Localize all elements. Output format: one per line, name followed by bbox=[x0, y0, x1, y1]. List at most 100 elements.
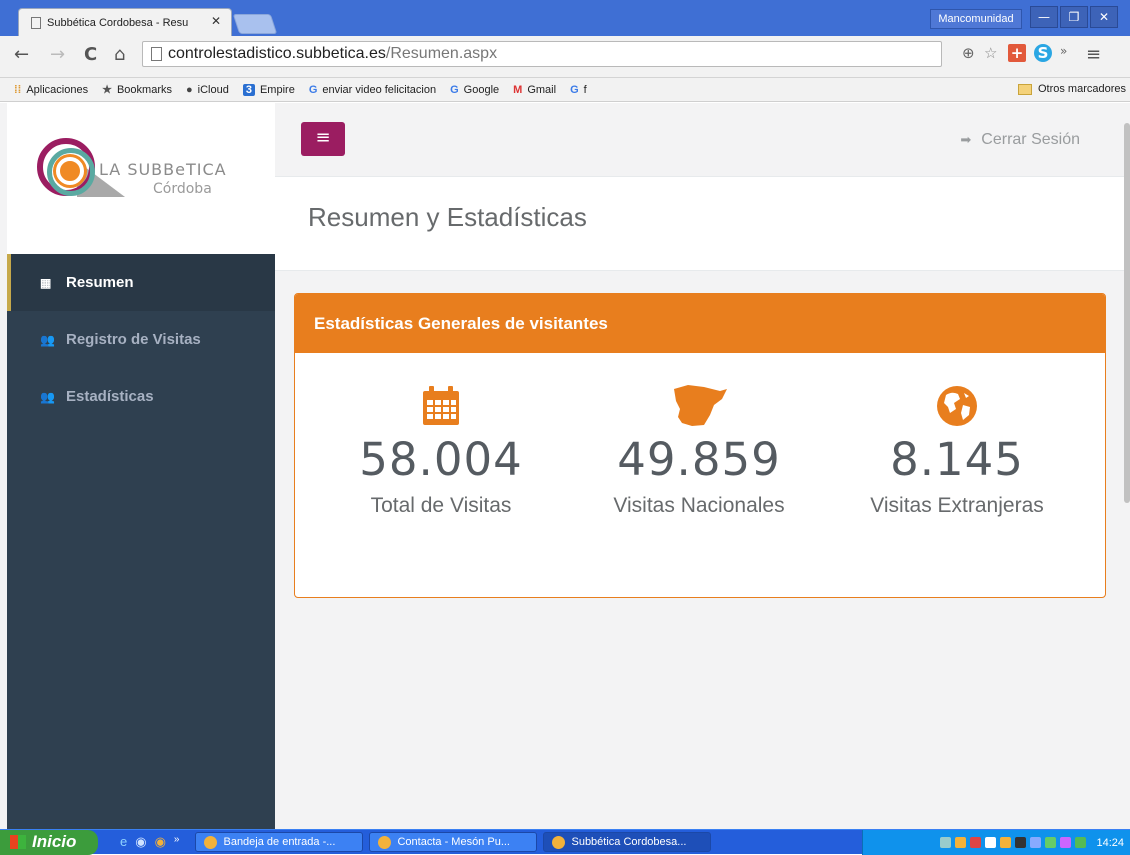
page: LA SUBBeTICA Córdoba ▦ Resumen 👥 Registr… bbox=[0, 103, 1130, 829]
page-icon bbox=[31, 16, 41, 29]
sign-out-icon: ➡ bbox=[960, 132, 972, 147]
page-icon bbox=[151, 47, 162, 61]
ie-icon[interactable]: e bbox=[120, 834, 127, 850]
page-title: Resumen y Estadísticas bbox=[308, 202, 587, 232]
extension-plus-icon[interactable]: + bbox=[1008, 44, 1026, 62]
zoom-icon[interactable]: ⊕ bbox=[962, 44, 975, 62]
tray-icon[interactable] bbox=[940, 837, 952, 848]
reload-icon[interactable]: C bbox=[84, 44, 97, 65]
bookmark-f[interactable]: Gf bbox=[570, 84, 587, 96]
taskbar-item[interactable]: Subbética Cordobesa... bbox=[543, 832, 712, 852]
tray-icon[interactable] bbox=[970, 837, 982, 848]
bookmark-video[interactable]: Genviar video felicitacion bbox=[309, 84, 436, 96]
stats-panel: Estadísticas Generales de visitantes 58.… bbox=[294, 293, 1106, 598]
close-tab-icon[interactable]: ✕ bbox=[211, 14, 221, 28]
brand-name: LA SUBBeTICA bbox=[99, 160, 227, 179]
network-icon[interactable] bbox=[1045, 837, 1057, 848]
taskbar-item-label: Contacta - Mesón Pu... bbox=[397, 836, 510, 848]
taskbar-item-label: Subbética Cordobesa... bbox=[571, 836, 687, 848]
home-icon[interactable]: ⌂ bbox=[114, 44, 125, 65]
users-icon: 👥 bbox=[40, 389, 55, 404]
browser-toolbar: ← → C ⌂ controlestadistico.subbetica.es /… bbox=[0, 36, 1130, 78]
other-bookmarks[interactable]: Otros marcadores bbox=[1017, 83, 1126, 95]
tray-icon[interactable] bbox=[1000, 837, 1012, 848]
sidebar-item-label: Registro de Visitas bbox=[66, 331, 201, 348]
stat-label: Visitas Nacionales bbox=[613, 494, 785, 517]
apps-icon: ⁞⁞ bbox=[14, 83, 22, 96]
page-heading: Resumen y Estadísticas bbox=[275, 177, 1130, 271]
chrome-icon bbox=[378, 835, 392, 849]
logout-label: Cerrar Sesión bbox=[981, 131, 1080, 148]
windows-taskbar: Inicio e ◉ ◉ » Bandeja de entrada -... C… bbox=[0, 829, 1130, 855]
minimize-button[interactable]: — bbox=[1030, 6, 1058, 28]
bookmark-empire[interactable]: 3 Empire bbox=[242, 83, 295, 96]
apple-icon: ● bbox=[186, 83, 193, 96]
restore-button[interactable]: ❐ bbox=[1060, 6, 1088, 28]
more-extensions-icon[interactable]: » bbox=[1060, 44, 1067, 58]
stat-extranjeras: 8.145 Visitas Extranjeras bbox=[817, 353, 1097, 518]
more-quicklaunch-icon[interactable]: » bbox=[174, 834, 180, 850]
mail-app-icon bbox=[204, 835, 218, 849]
brand-subtitle: Córdoba bbox=[153, 181, 212, 197]
taskbar-item-label: Bandeja de entrada -... bbox=[223, 836, 336, 848]
tray-icon[interactable] bbox=[1060, 837, 1072, 848]
brand-logo[interactable]: LA SUBBeTICA Córdoba bbox=[7, 103, 275, 254]
sidebar-item-registro-de-visitas[interactable]: 👥 Registro de Visitas bbox=[7, 311, 275, 368]
users-icon: 👥 bbox=[40, 332, 55, 347]
bookmark-gmail[interactable]: M Gmail bbox=[513, 84, 556, 96]
gmail-icon: M bbox=[513, 83, 523, 96]
stat-value: 58.004 bbox=[359, 433, 523, 486]
clock[interactable]: 14:24 bbox=[1096, 837, 1124, 849]
chrome-icon[interactable]: ◉ bbox=[155, 834, 166, 850]
google-icon: G bbox=[450, 83, 459, 96]
url-path: /Resumen.aspx bbox=[385, 45, 498, 62]
window-user-label: Mancomunidad bbox=[930, 9, 1022, 29]
sidebar-item-label: Resumen bbox=[66, 274, 134, 291]
tray-icon[interactable] bbox=[1075, 837, 1087, 848]
bookmark-aplicaciones[interactable]: ⁞⁞ Aplicaciones bbox=[14, 84, 88, 96]
back-icon[interactable]: ← bbox=[14, 44, 29, 65]
scrollbar-thumb[interactable] bbox=[1124, 123, 1130, 503]
close-window-button[interactable]: ✕ bbox=[1090, 6, 1118, 28]
tray-icon[interactable] bbox=[1030, 837, 1042, 848]
stat-total: 58.004 Total de Visitas bbox=[301, 353, 581, 518]
logout-link[interactable]: ➡ Cerrar Sesión bbox=[960, 131, 1080, 149]
browser-icon[interactable]: ◉ bbox=[135, 834, 146, 850]
stat-value: 49.859 bbox=[617, 433, 781, 486]
tray-icon[interactable] bbox=[955, 837, 967, 848]
volume-icon[interactable] bbox=[1015, 837, 1027, 848]
start-button[interactable]: Inicio bbox=[0, 829, 98, 855]
forward-icon[interactable]: → bbox=[50, 44, 65, 65]
menu-icon[interactable]: ≡ bbox=[1086, 44, 1101, 65]
bookmarks-bar: ⁞⁞ Aplicaciones ★ Bookmarks ● iCloud 3 Empir… bbox=[0, 78, 1130, 102]
sidebar-nav: ▦ Resumen 👥 Registro de Visitas 👥 Estadí… bbox=[7, 254, 275, 425]
taskbar-item[interactable]: Contacta - Mesón Pu... bbox=[369, 832, 538, 852]
system-tray: 14:24 bbox=[862, 830, 1130, 855]
grid-icon: ▦ bbox=[40, 275, 52, 290]
taskbar-item[interactable]: Bandeja de entrada -... bbox=[195, 832, 364, 852]
browser-titlebar: Subbética Cordobesa - Resu ✕ Mancomunida… bbox=[0, 0, 1130, 36]
bookmark-icloud[interactable]: ● iCloud bbox=[186, 84, 229, 96]
tray-icon[interactable] bbox=[985, 837, 997, 848]
address-bar[interactable]: controlestadistico.subbetica.es/Resumen.… bbox=[142, 41, 942, 67]
calendar-icon bbox=[301, 353, 581, 427]
stat-label: Total de Visitas bbox=[370, 494, 512, 517]
skype-icon[interactable]: S bbox=[1034, 44, 1052, 62]
sidebar-item-resumen[interactable]: ▦ Resumen bbox=[7, 254, 275, 311]
stat-value: 8.145 bbox=[890, 433, 1024, 486]
sidebar-item-estadisticas[interactable]: 👥 Estadísticas bbox=[7, 368, 275, 425]
new-tab-button[interactable] bbox=[232, 14, 278, 34]
spain-map-icon bbox=[559, 353, 839, 427]
top-navbar: ≡ ➡ Cerrar Sesión bbox=[275, 103, 1130, 177]
panel-title: Estadísticas Generales de visitantes bbox=[295, 294, 1105, 353]
sidebar: LA SUBBeTICA Córdoba ▦ Resumen 👥 Registr… bbox=[7, 103, 275, 829]
globe-icon bbox=[817, 353, 1097, 427]
browser-tab[interactable]: Subbética Cordobesa - Resu ✕ bbox=[18, 8, 232, 36]
sidebar-item-label: Estadísticas bbox=[66, 388, 154, 405]
stats-row: 58.004 Total de Visitas 49.859 Visitas N… bbox=[295, 353, 1105, 597]
star-icon[interactable]: ☆ bbox=[984, 44, 997, 62]
page-scrollbar[interactable] bbox=[1124, 103, 1130, 829]
bookmark-bookmarks[interactable]: ★ Bookmarks bbox=[102, 83, 172, 97]
bookmark-google[interactable]: G Google bbox=[450, 84, 499, 96]
menu-toggle-button[interactable]: ≡ bbox=[301, 122, 345, 156]
